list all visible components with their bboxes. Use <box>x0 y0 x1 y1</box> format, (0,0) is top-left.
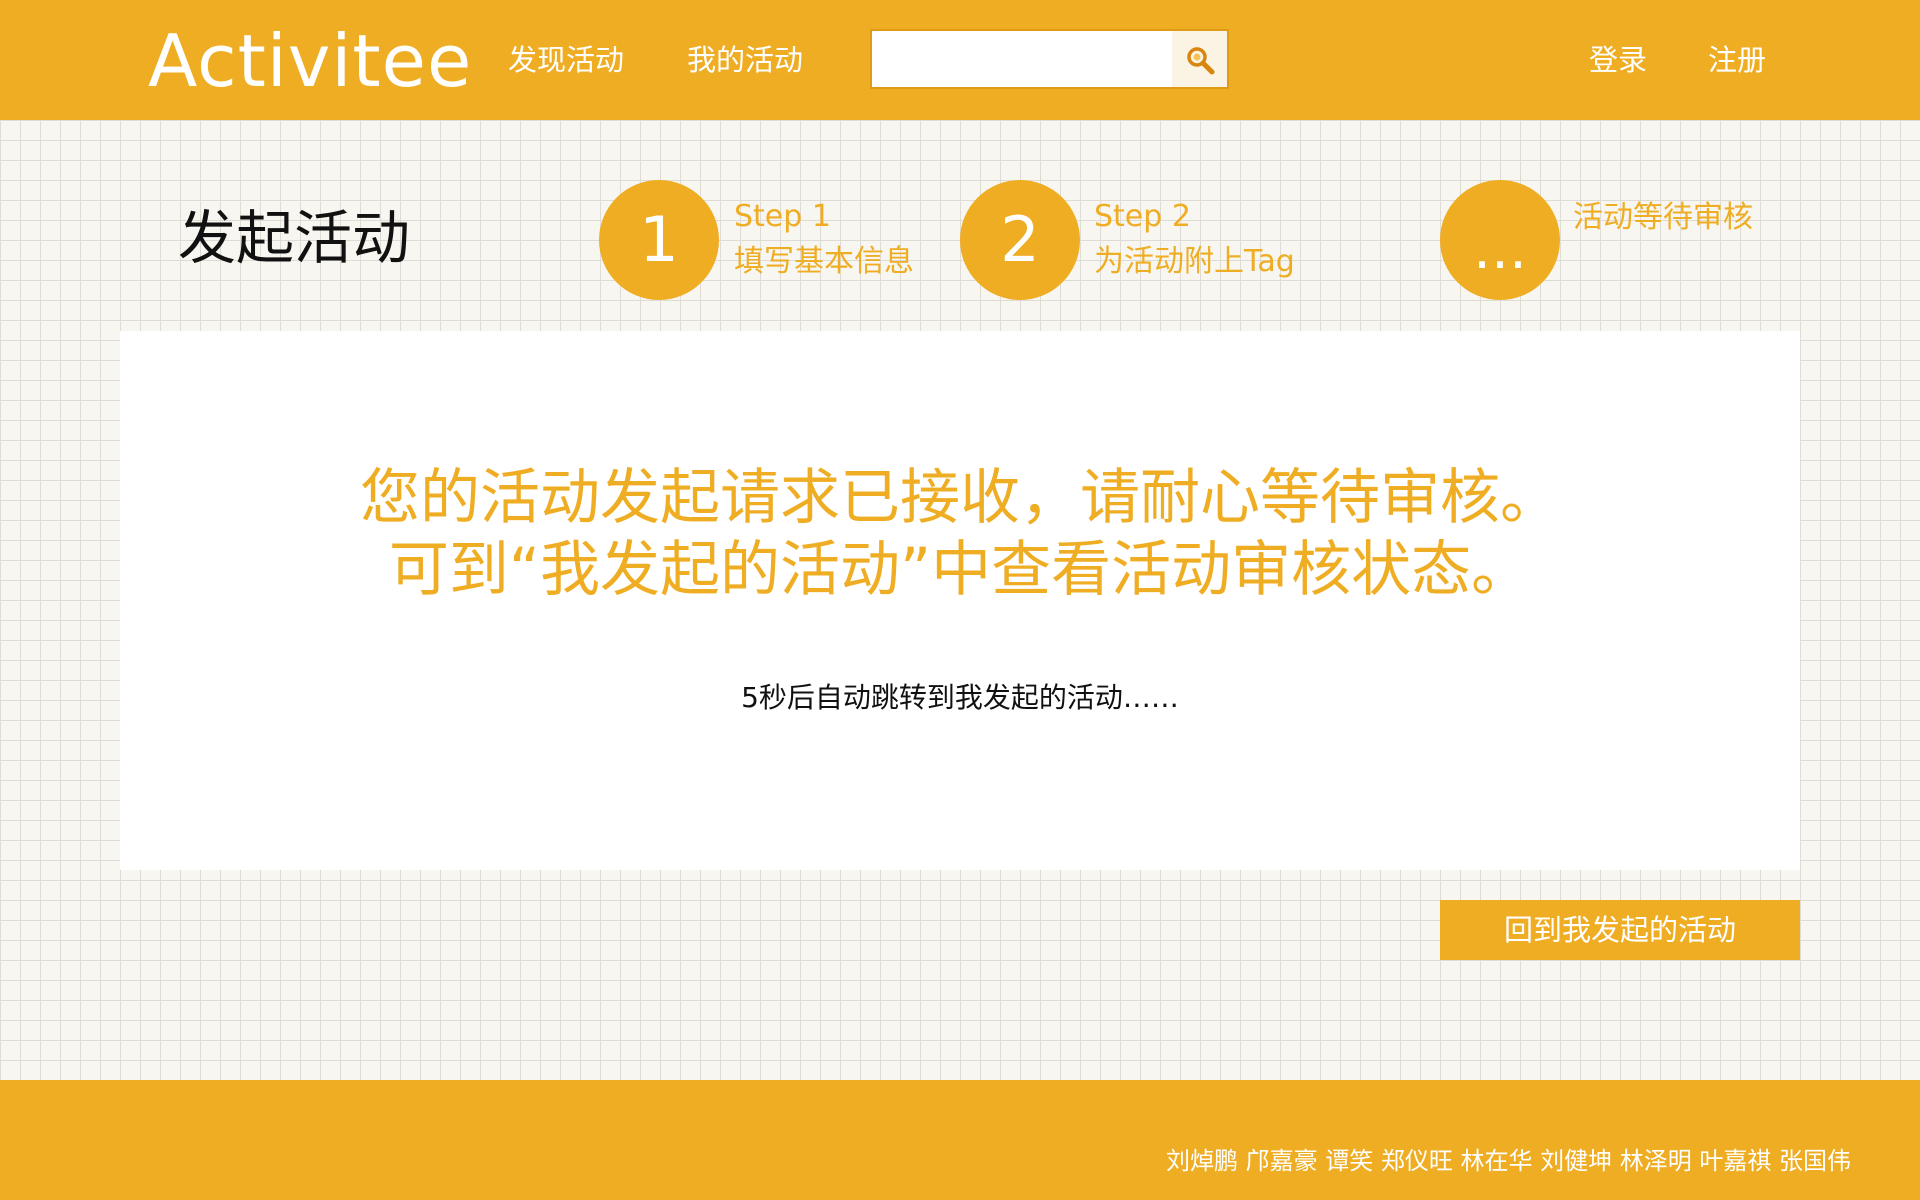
register-link[interactable]: 注册 <box>1708 38 1766 82</box>
search-icon <box>1187 47 1215 75</box>
step-1-badge: 1 <box>599 180 719 300</box>
redirect-countdown-note: 5秒后自动跳转到我发起的活动…… <box>741 681 1179 714</box>
search-input[interactable] <box>872 31 1172 87</box>
top-header: Activitee 发现活动 我的活动 登录 注册 <box>0 0 1920 120</box>
login-link[interactable]: 登录 <box>1589 38 1647 82</box>
footer-credits: 刘焯鹏 邝嘉豪 谭笑 郑仪旺 林在华 刘健坤 林泽明 叶嘉祺 张国伟 <box>1165 1147 1851 1175</box>
nav-my-activities[interactable]: 我的活动 <box>687 38 803 82</box>
search-button[interactable] <box>1172 31 1227 87</box>
confirmation-message-line-1: 您的活动发起请求已接收，请耐心等待审核。 <box>360 463 1560 533</box>
step-3-badge: … <box>1440 180 1560 300</box>
step-2-description: 为活动附上Tag <box>1094 244 1295 279</box>
step-1-title: Step 1 <box>734 199 831 234</box>
step-2-title: Step 2 <box>1094 199 1191 234</box>
step-3-title: 活动等待审核 <box>1573 200 1753 235</box>
step-2-badge: 2 <box>960 180 1080 300</box>
confirmation-message-line-2: 可到“我发起的活动”中查看活动审核状态。 <box>388 535 1532 605</box>
page-title: 发起活动 <box>178 204 411 272</box>
search-box <box>870 29 1229 89</box>
step-1-description: 填写基本信息 <box>734 244 914 279</box>
footer: 刘焯鹏 邝嘉豪 谭笑 郑仪旺 林在华 刘健坤 林泽明 叶嘉祺 张国伟 <box>0 1080 1920 1200</box>
activitee-logo[interactable]: Activitee <box>148 16 472 106</box>
nav-discover-activities[interactable]: 发现活动 <box>508 38 624 82</box>
back-to-my-activities-button[interactable]: 回到我发起的活动 <box>1440 900 1800 960</box>
